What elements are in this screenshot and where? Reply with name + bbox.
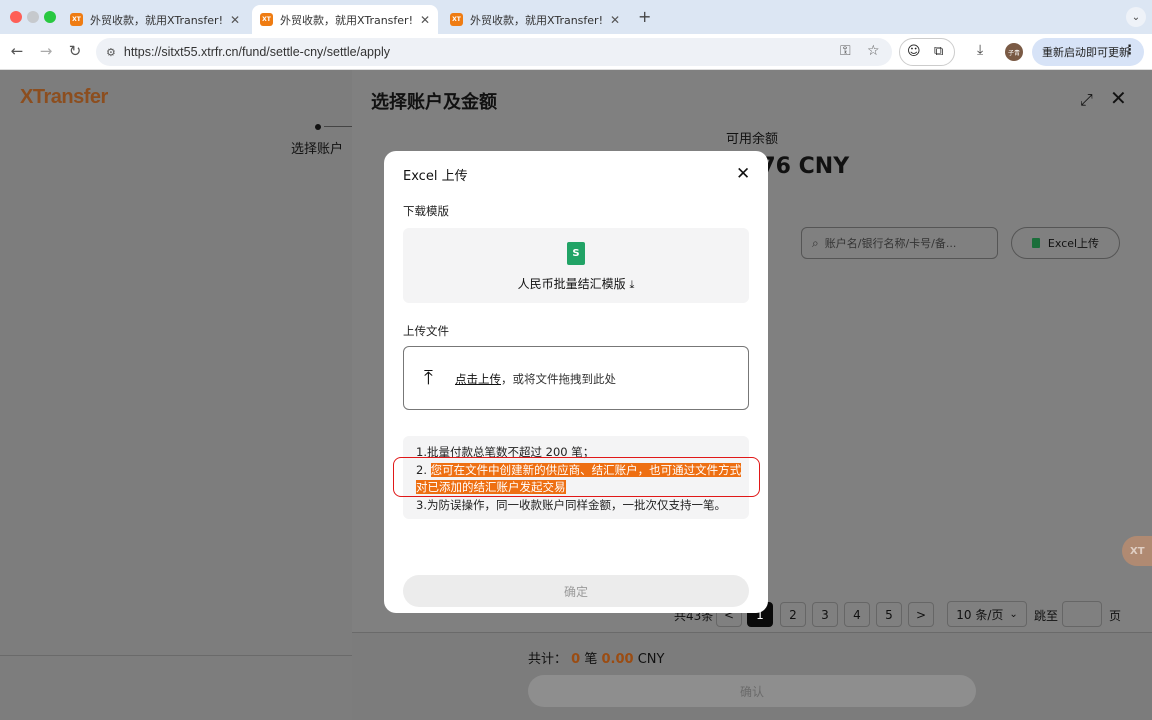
drawer-title: 选择账户及金额: [371, 92, 497, 113]
extensions-puzzle-icon[interactable]: ⧉: [934, 44, 943, 59]
pagination-next-button[interactable]: >: [908, 602, 934, 627]
window-minimize-button[interactable]: [27, 11, 39, 23]
profile-avatar[interactable]: 子青: [1005, 43, 1023, 61]
extensions-group: ☺ ⧉: [899, 38, 955, 66]
jump-label: 跳至: [1034, 609, 1059, 623]
relaunch-update-label: 重新启动即可更新: [1042, 46, 1130, 59]
upload-section-label: 上传文件: [403, 324, 449, 338]
step-connector: [324, 126, 352, 127]
expand-icon[interactable]: ⤢: [1080, 90, 1093, 110]
xtransfer-favicon-icon: XT: [70, 13, 83, 26]
relaunch-update-button[interactable]: 重新启动即可更新 ⋮: [1032, 38, 1144, 66]
upload-arrow-icon: ⤒: [424, 365, 433, 389]
drawer-footer: 共计： 0 笔 0.00 CNY 确认: [352, 632, 1152, 720]
note-line-3: 3.为防误操作，同一收款账户同样金额，一批次仅支持一笔。: [416, 498, 726, 512]
password-key-icon[interactable]: ⚿: [840, 43, 851, 59]
template-label: 人民币批量结汇模版: [517, 277, 626, 291]
excel-file-icon: [1031, 238, 1040, 248]
drawer-close-icon[interactable]: ✕: [1110, 86, 1127, 110]
jump-page-input[interactable]: [1062, 601, 1102, 627]
chevron-down-icon: ⌄: [1009, 608, 1018, 620]
modal-title: Excel 上传: [403, 169, 468, 184]
tab-close-icon[interactable]: ✕: [230, 13, 240, 27]
modal-close-icon[interactable]: ✕: [736, 164, 750, 184]
new-tab-icon[interactable]: +: [638, 7, 651, 26]
tab-close-icon[interactable]: ✕: [420, 13, 430, 27]
step-dot-icon: [315, 124, 321, 130]
excel-upload-label: Excel上传: [1047, 237, 1100, 250]
more-menu-icon: ⋮: [1123, 43, 1136, 58]
template-download-card[interactable]: S 人民币批量结汇模版 ⤓: [403, 228, 749, 303]
page-suffix: 页: [1109, 609, 1122, 623]
download-section-label: 下载模版: [403, 204, 449, 218]
search-placeholder: 账户名/银行名称/卡号/备...: [824, 237, 957, 250]
file-upload-dropzone[interactable]: ⤒ 点击上传，或将文件拖拽到此处: [403, 346, 749, 410]
extension-avatar-icon[interactable]: ☺: [907, 44, 921, 59]
template-download-link[interactable]: 人民币批量结汇模版 ⤓: [403, 275, 749, 292]
tab-title: 外贸收款，就用XTransfer!: [470, 13, 603, 27]
xtransfer-favicon-icon: XT: [260, 13, 273, 26]
page-size-select[interactable]: 10 条/页 ⌄: [947, 601, 1027, 627]
upload-hint: ，或将文件拖拽到此处: [501, 372, 616, 386]
pagination-page-3[interactable]: 3: [812, 602, 838, 627]
step-label: 选择账户: [291, 142, 344, 157]
browser-tab-2[interactable]: XT 外贸收款，就用XTransfer! ✕: [252, 5, 438, 34]
browser-tab-3[interactable]: XT 外贸收款，就用XTransfer! ✕: [442, 5, 628, 34]
xtransfer-logo: XTransfer: [20, 86, 108, 108]
balance-label: 可用余额: [726, 132, 779, 147]
reload-icon[interactable]: ↻: [65, 42, 85, 60]
tab-title: 外贸收款，就用XTransfer!: [90, 13, 223, 27]
page-size-value: 10 条/页: [956, 607, 1004, 622]
total-summary: 共计： 0 笔 0.00 CNY: [528, 648, 664, 667]
browser-toolbar: ← → ↻ ⚙ https://sitxt55.xtrfr.cn/fund/se…: [0, 34, 1152, 70]
url-text[interactable]: https://sitxt55.xtrfr.cn/fund/settle-cny…: [124, 45, 390, 59]
xtransfer-favicon-icon: XT: [450, 13, 463, 26]
total-count-unit: 笔: [584, 652, 598, 667]
tab-close-icon[interactable]: ✕: [610, 13, 620, 27]
pagination-page-4[interactable]: 4: [844, 602, 870, 627]
tab-title: 外贸收款，就用XTransfer!: [280, 13, 413, 27]
left-pane: XTransfer 选择账户: [0, 70, 352, 720]
account-search-input[interactable]: ⌕ 账户名/银行名称/卡号/备...: [801, 227, 998, 259]
bookmark-star-icon[interactable]: ☆: [867, 43, 880, 59]
click-upload-link[interactable]: 点击上传: [455, 372, 501, 386]
browser-tab-strip: XT 外贸收款，就用XTransfer! ✕ XT 外贸收款，就用XTransf…: [0, 0, 1152, 34]
annotation-highlight-frame: [393, 457, 760, 497]
excel-upload-button[interactable]: Excel上传: [1011, 227, 1120, 259]
pagination-page-5[interactable]: 5: [876, 602, 902, 627]
total-label: 共计：: [528, 652, 568, 667]
download-icon[interactable]: ⤓: [977, 42, 983, 58]
site-info-icon[interactable]: ⚙: [106, 46, 116, 59]
excel-upload-modal: Excel 上传 ✕ 下载模版 S 人民币批量结汇模版 ⤓ 上传文件 ⤒ 点击上…: [384, 151, 768, 613]
footer-divider: [0, 655, 352, 656]
window-zoom-button[interactable]: [44, 11, 56, 23]
back-arrow-icon[interactable]: ←: [7, 42, 27, 60]
upload-instructions: 点击上传，或将文件拖拽到此处: [455, 371, 616, 387]
confirm-button[interactable]: 确认: [528, 675, 976, 707]
modal-confirm-button[interactable]: 确定: [403, 575, 749, 607]
xt-helper-badge[interactable]: XT: [1122, 536, 1152, 566]
search-icon: ⌕: [812, 235, 819, 250]
total-amount: 0.00: [601, 652, 634, 667]
total-currency: CNY: [637, 652, 665, 667]
address-bar[interactable]: ⚙ https://sitxt55.xtrfr.cn/fund/settle-c…: [96, 38, 892, 66]
download-arrow-icon: ⤓: [629, 278, 635, 291]
window-close-button[interactable]: [10, 11, 22, 23]
forward-arrow-icon[interactable]: →: [36, 42, 56, 60]
spreadsheet-icon: S: [567, 242, 585, 265]
pagination-page-2[interactable]: 2: [780, 602, 806, 627]
browser-tab-1[interactable]: XT 外贸收款，就用XTransfer! ✕: [62, 5, 248, 34]
tab-search-chevron-icon[interactable]: ⌄: [1126, 7, 1146, 27]
total-count: 0: [571, 652, 581, 667]
